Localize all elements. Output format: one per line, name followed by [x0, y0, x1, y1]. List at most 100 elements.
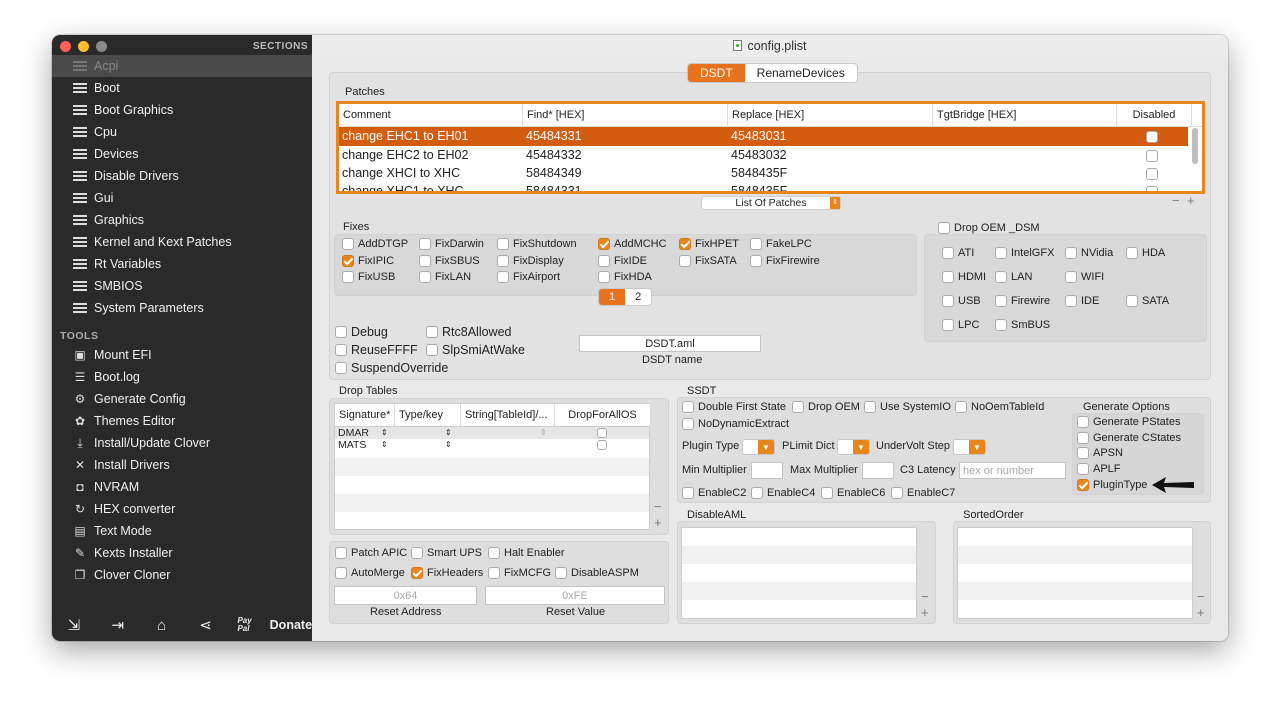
smart-ups-checkbox[interactable]: Smart UPS [411, 547, 482, 559]
checkbox[interactable] [497, 271, 509, 283]
reuseffff-checkbox[interactable]: ReuseFFFF [335, 343, 418, 357]
drop-tables-remove-button[interactable]: − [654, 499, 662, 514]
disableaspm-checkbox[interactable]: DisableASPM [555, 567, 639, 579]
dsdt-name-field[interactable]: DSDT.aml [579, 335, 761, 352]
checkbox[interactable] [335, 326, 347, 338]
col-comment[interactable]: Comment [339, 104, 523, 126]
checkbox[interactable] [682, 401, 694, 413]
checkbox[interactable] [864, 401, 876, 413]
checkbox[interactable] [995, 271, 1007, 283]
enablec7-checkbox[interactable]: EnableC7 [891, 487, 955, 499]
checkbox[interactable] [1065, 271, 1077, 283]
plimit-dict-popup[interactable]: ▼ [837, 439, 870, 455]
reset-value-field[interactable]: 0xFE [485, 586, 665, 605]
checkbox[interactable] [679, 238, 691, 250]
fix-checkbox-fixdarwin[interactable]: FixDarwin [419, 238, 484, 250]
tool-themes-editor[interactable]: ✿ Themes Editor [52, 410, 312, 432]
table-row[interactable]: change XHCI to XHC 58484349 5848435F [339, 164, 1188, 183]
sidebar-item-boot-graphics[interactable]: Boot Graphics [52, 99, 312, 121]
checkbox[interactable] [426, 344, 438, 356]
export-icon[interactable]: ⇥ [96, 616, 140, 634]
checkbox[interactable] [891, 487, 903, 499]
list-of-patches-popup[interactable]: List Of Patches ⇕ [701, 196, 841, 210]
tool-boot-log[interactable]: ☰ Boot.log [52, 366, 312, 388]
checkbox[interactable] [1077, 416, 1089, 428]
dsm-checkbox-ati[interactable]: ATI [942, 247, 974, 259]
drop-oem-checkbox[interactable]: Drop OEM [792, 401, 860, 413]
checkbox[interactable] [1077, 463, 1089, 475]
dsm-checkbox-nvidia[interactable]: NVidia [1065, 247, 1113, 259]
sidebar-item-acpi[interactable]: Acpi [52, 55, 312, 77]
checkbox[interactable] [488, 547, 500, 559]
tool-generate-config[interactable]: ⚙ Generate Config [52, 388, 312, 410]
checkbox[interactable] [555, 567, 567, 579]
tool-kexts-installer[interactable]: ✎ Kexts Installer [52, 542, 312, 564]
checkbox[interactable] [1126, 247, 1138, 259]
checkbox[interactable] [335, 362, 347, 374]
patches-remove-button[interactable]: − [1172, 193, 1180, 208]
fix-checkbox-fixsata[interactable]: FixSATA [679, 255, 737, 267]
nooemtableid-checkbox[interactable]: NoOemTableId [955, 401, 1044, 413]
donate-button[interactable]: Pay Pal Donate [237, 617, 312, 633]
plugin-type-popup[interactable]: ▼ [742, 439, 775, 455]
double-first-state-checkbox[interactable]: Double First State [682, 401, 786, 413]
checkbox[interactable] [598, 255, 610, 267]
tool-install-drivers[interactable]: ✕ Install Drivers [52, 454, 312, 476]
col-tgtbridge[interactable]: TgtBridge [HEX] [933, 104, 1117, 126]
tool-hex-converter[interactable]: ↻ HEX converter [52, 498, 312, 520]
dsm-checkbox-ide[interactable]: IDE [1065, 295, 1099, 307]
checkbox[interactable] [942, 319, 954, 331]
sidebar-item-rt-variables[interactable]: Rt Variables [52, 253, 312, 275]
checkbox[interactable] [750, 255, 762, 267]
max-multiplier-field[interactable] [862, 462, 894, 479]
rtc8allowed-checkbox[interactable]: Rtc8Allowed [426, 325, 511, 339]
table-row[interactable]: MATS ⇕ ⇕ [335, 439, 649, 451]
sorted-order-list[interactable] [957, 527, 1193, 619]
col-signature[interactable]: Signature* [335, 404, 395, 426]
col-type-key[interactable]: Type/key [395, 404, 461, 426]
checkbox[interactable] [942, 247, 954, 259]
stepper-icon[interactable]: ⇕ [381, 439, 388, 451]
sidebar-item-system-parameters[interactable]: System Parameters [52, 297, 312, 319]
checkbox[interactable] [751, 487, 763, 499]
dsm-checkbox-hdmi[interactable]: HDMI [942, 271, 986, 283]
checkbox[interactable] [1126, 295, 1138, 307]
dsm-checkbox-intelgfx[interactable]: IntelGFX [995, 247, 1054, 259]
sorted-order-add-button[interactable]: + [1197, 605, 1205, 620]
fix-checkbox-fixdisplay[interactable]: FixDisplay [497, 255, 564, 267]
tool-nvram[interactable]: ◘ NVRAM [52, 476, 312, 498]
page-2-button[interactable]: 2 [625, 289, 651, 305]
stepper-icon[interactable]: ⇕ [445, 439, 452, 451]
checkbox[interactable] [335, 547, 347, 559]
patches-add-button[interactable]: + [1187, 193, 1195, 208]
stepper-icon[interactable]: ⇕ [381, 427, 388, 439]
sidebar-item-boot[interactable]: Boot [52, 77, 312, 99]
fixheaders-checkbox[interactable]: FixHeaders [411, 567, 483, 579]
sidebar-item-smbios[interactable]: SMBIOS [52, 275, 312, 297]
fix-checkbox-fixfirewire[interactable]: FixFirewire [750, 255, 820, 267]
tab-dsdt[interactable]: DSDT [688, 64, 745, 82]
checkbox[interactable] [411, 567, 423, 579]
generate-pstates-checkbox[interactable]: Generate PStates [1077, 416, 1180, 428]
col-replace[interactable]: Replace [HEX] [728, 104, 933, 126]
apsn-checkbox[interactable]: APSN [1077, 447, 1123, 459]
checkbox[interactable] [955, 401, 967, 413]
checkbox[interactable] [342, 238, 354, 250]
dsm-checkbox-firewire[interactable]: Firewire [995, 295, 1050, 307]
col-string-tableid[interactable]: String[TableId]/... [461, 404, 555, 426]
import-icon[interactable]: ⇲ [52, 616, 96, 634]
checkbox[interactable] [598, 238, 610, 250]
fix-checkbox-fixairport[interactable]: FixAirport [497, 271, 560, 283]
fix-checkbox-fixusb[interactable]: FixUSB [342, 271, 395, 283]
dsm-checkbox-usb[interactable]: USB [942, 295, 981, 307]
fix-checkbox-fixshutdown[interactable]: FixShutdown [497, 238, 577, 250]
zoom-window-button[interactable] [96, 41, 107, 52]
fix-checkbox-fixipic[interactable]: FixIPIC [342, 255, 394, 267]
fix-checkbox-fixhpet[interactable]: FixHPET [679, 238, 739, 250]
checkbox[interactable] [942, 271, 954, 283]
share-icon[interactable]: ⋖ [184, 616, 228, 634]
checkbox[interactable] [1065, 295, 1077, 307]
sidebar-item-kernel-patches[interactable]: Kernel and Kext Patches [52, 231, 312, 253]
checkbox[interactable] [938, 222, 950, 234]
enablec2-checkbox[interactable]: EnableC2 [682, 487, 746, 499]
